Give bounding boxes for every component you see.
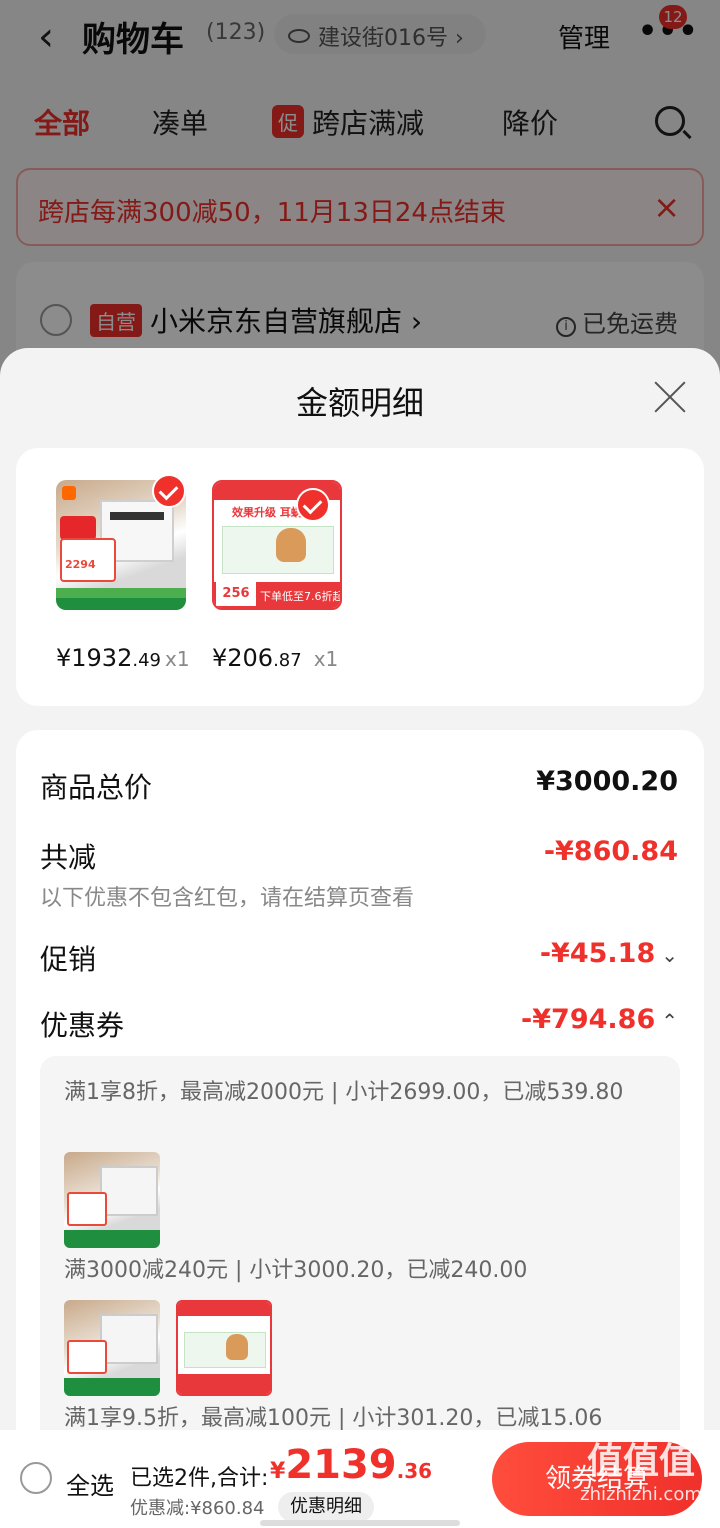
total-int: 2139 bbox=[285, 1442, 397, 1488]
chevron-down-icon: ⌄ bbox=[661, 943, 678, 967]
coupon-line: 满1享8折，最高减2000元 | 小计2699.00，已减539.80 bbox=[64, 1080, 624, 1105]
green-banner bbox=[56, 588, 186, 610]
product-price: ¥206.87 x1 bbox=[212, 644, 338, 672]
thumb-number: 256 bbox=[216, 582, 256, 606]
selected-summary: 已选2件,合计: bbox=[130, 1466, 269, 1491]
reduce-value: -¥860.84 bbox=[543, 836, 678, 867]
coupon-breakdown: 满1享8折，最高减2000元 | 小计2699.00，已减539.80 满300… bbox=[40, 1056, 680, 1438]
watermark: 值值值 zhizhizhi.com bbox=[566, 1440, 716, 1505]
coupon-product-thumb bbox=[64, 1152, 160, 1248]
select-all-label[interactable]: 全选 bbox=[66, 1466, 114, 1501]
thumb-price-pane bbox=[67, 1192, 107, 1226]
coupon-value: -¥794.86 bbox=[521, 1004, 656, 1035]
coupon-product-thumb bbox=[64, 1300, 160, 1396]
coupon-line: 满3000减240元 | 小计3000.20，已减240.00 bbox=[64, 1258, 528, 1283]
thumb-price-pane bbox=[67, 1340, 107, 1374]
coupon-product-thumb bbox=[176, 1300, 272, 1396]
sheet-title: 金额明细 bbox=[295, 384, 424, 422]
promo-row[interactable]: -¥45.18 ⌄ bbox=[540, 938, 678, 969]
product-qty: x1 bbox=[165, 647, 190, 671]
reduce-label: 共减 bbox=[40, 841, 97, 874]
select-all-radio[interactable] bbox=[20, 1462, 52, 1494]
total-value: ¥3000.20 bbox=[536, 766, 678, 797]
promo-sticker bbox=[60, 516, 96, 540]
cat-image bbox=[226, 1334, 248, 1360]
cat-image bbox=[276, 528, 306, 562]
price-dec: .49 bbox=[132, 650, 161, 671]
watermark-logo: 值值值 bbox=[586, 1441, 695, 1482]
promo-label: 促销 bbox=[40, 943, 97, 976]
discount-detail-button[interactable]: 优惠明细 bbox=[278, 1492, 374, 1522]
discount-summary: 优惠减:¥860.84 bbox=[130, 1498, 265, 1519]
home-indicator bbox=[260, 1520, 460, 1526]
amount-detail-sheet: 金额明细 2294 效果升级 耳蜗更佳 下单低至7.6折起 256 ¥1932.… bbox=[0, 348, 720, 1438]
amount-detail-card: 商品总价 ¥3000.20 共减 -¥860.84 以下优惠不包含红包，请在结算… bbox=[16, 730, 704, 1438]
brand-logo bbox=[62, 486, 76, 500]
thumb-panel bbox=[184, 1332, 266, 1368]
products-card: 2294 效果升级 耳蜗更佳 下单低至7.6折起 256 ¥1932.49 x1 … bbox=[16, 448, 704, 706]
product-qty: x1 bbox=[313, 647, 339, 671]
total-label: 商品总价 bbox=[40, 771, 153, 804]
thumb-price: 2294 bbox=[60, 538, 116, 582]
close-icon[interactable] bbox=[652, 378, 688, 414]
price-dec: .87 bbox=[273, 650, 302, 671]
product-price: ¥1932.49 x1 bbox=[56, 644, 190, 672]
chevron-up-icon: ⌃ bbox=[661, 1009, 678, 1033]
reduce-note: 以下优惠不包含红包，请在结算页查看 bbox=[40, 886, 415, 911]
selected-check-icon bbox=[296, 488, 330, 522]
selected-check-icon bbox=[152, 474, 186, 508]
watermark-url: zhizhizhi.com bbox=[580, 1484, 702, 1505]
coupon-label: 优惠券 bbox=[40, 1009, 125, 1042]
total-dec: .36 bbox=[396, 1459, 433, 1483]
currency: ¥ bbox=[270, 1459, 286, 1484]
promo-value: -¥45.18 bbox=[539, 938, 656, 969]
price-int: ¥206 bbox=[212, 644, 274, 672]
total-price: ¥2139.36 bbox=[270, 1442, 432, 1488]
coupon-row[interactable]: -¥794.86 ⌃ bbox=[521, 1004, 678, 1035]
price-int: ¥1932 bbox=[56, 644, 133, 672]
